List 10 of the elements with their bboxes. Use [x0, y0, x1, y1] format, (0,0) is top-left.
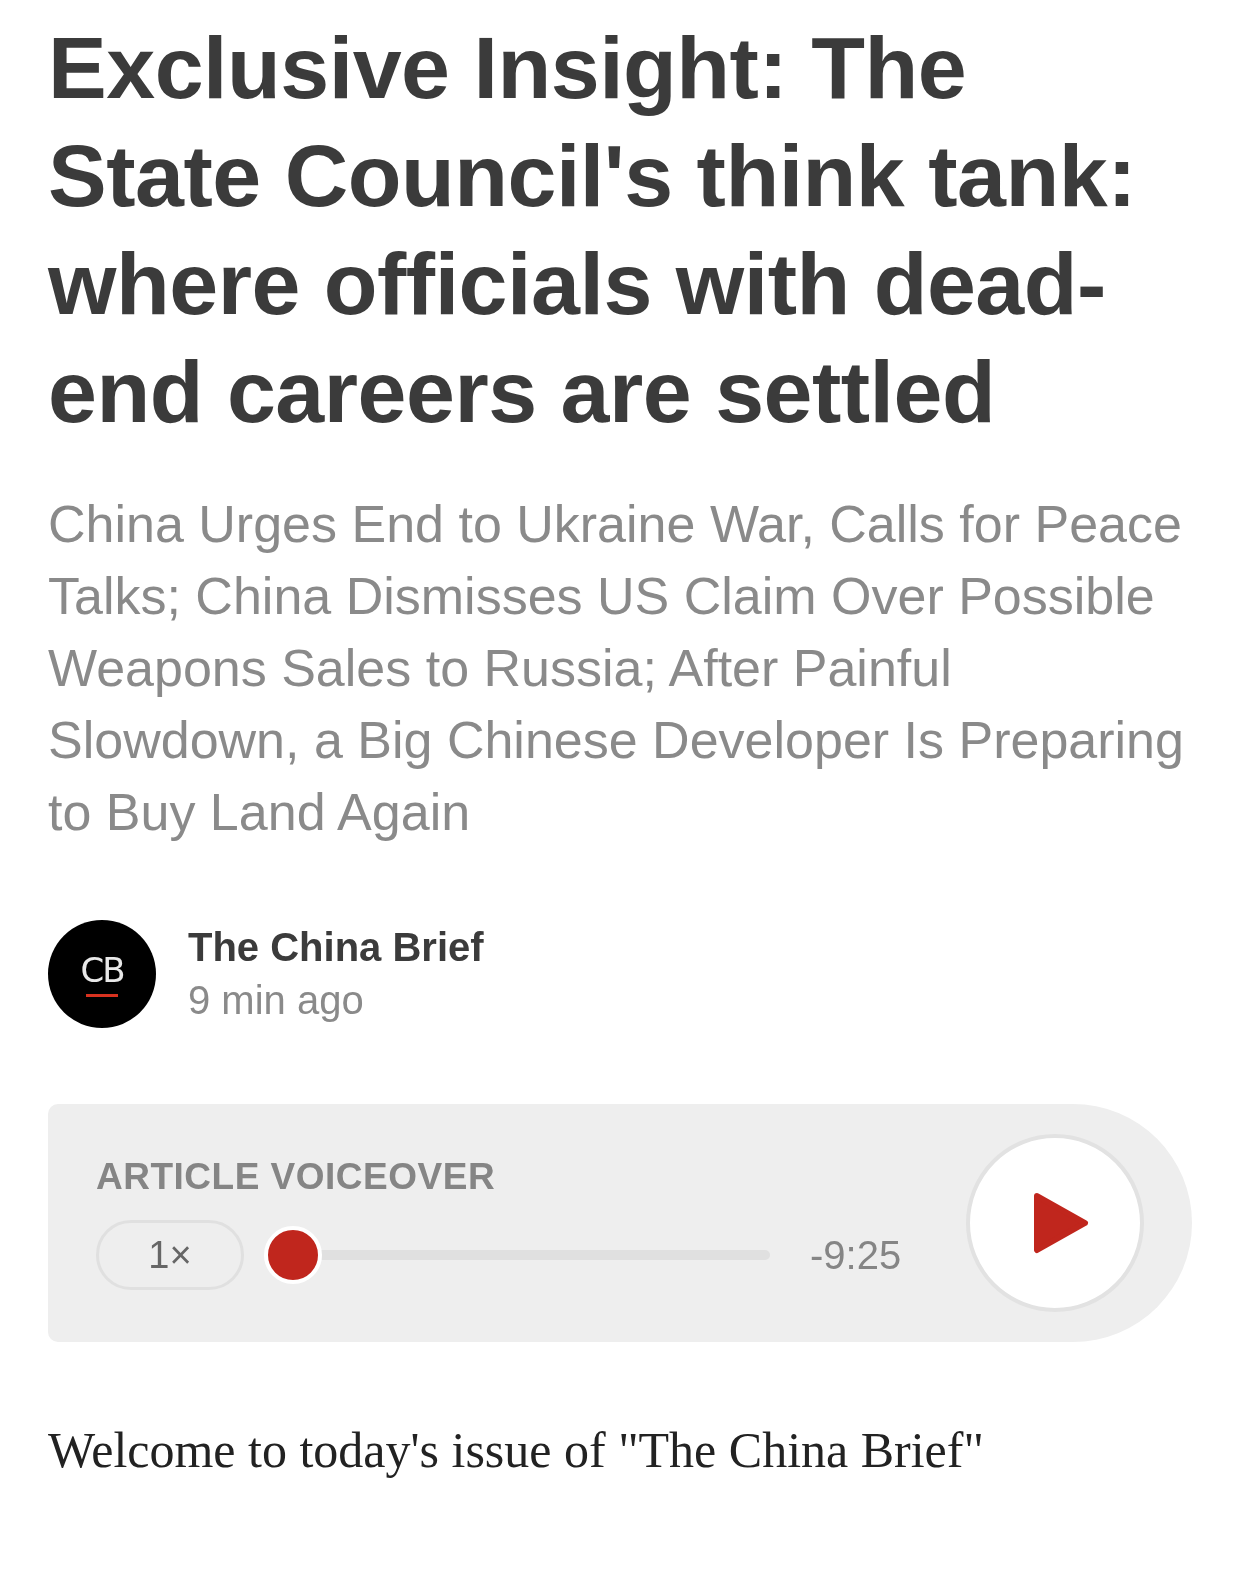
article-headline: Exclusive Insight: The State Council's think tank: where officials with dead-end careers are settled: [48, 17, 1137, 443]
play-icon: [1033, 1192, 1089, 1254]
speed-button[interactable]: 1×: [96, 1220, 244, 1290]
post-time: 9 min ago: [188, 978, 365, 1023]
author-name[interactable]: The China Brief: [188, 925, 484, 970]
publication-logo[interactable]: CB: [48, 920, 156, 1028]
article-subtitle: China Urges End to Ukraine War, Calls for Peace Talks; China Dismisses US Claim Over Possible Weapons Sales to Russia; After Painful Slowdown, a Big Chinese Developer Is Preparing to Buy Land Again: [48, 494, 1185, 843]
player-label: ARTICLE VOICEOVER: [96, 1156, 497, 1198]
article-body-text: Welcome to today's issue of "The China Brief": [48, 1422, 985, 1478]
time-remaining: -9:25: [810, 1232, 902, 1278]
